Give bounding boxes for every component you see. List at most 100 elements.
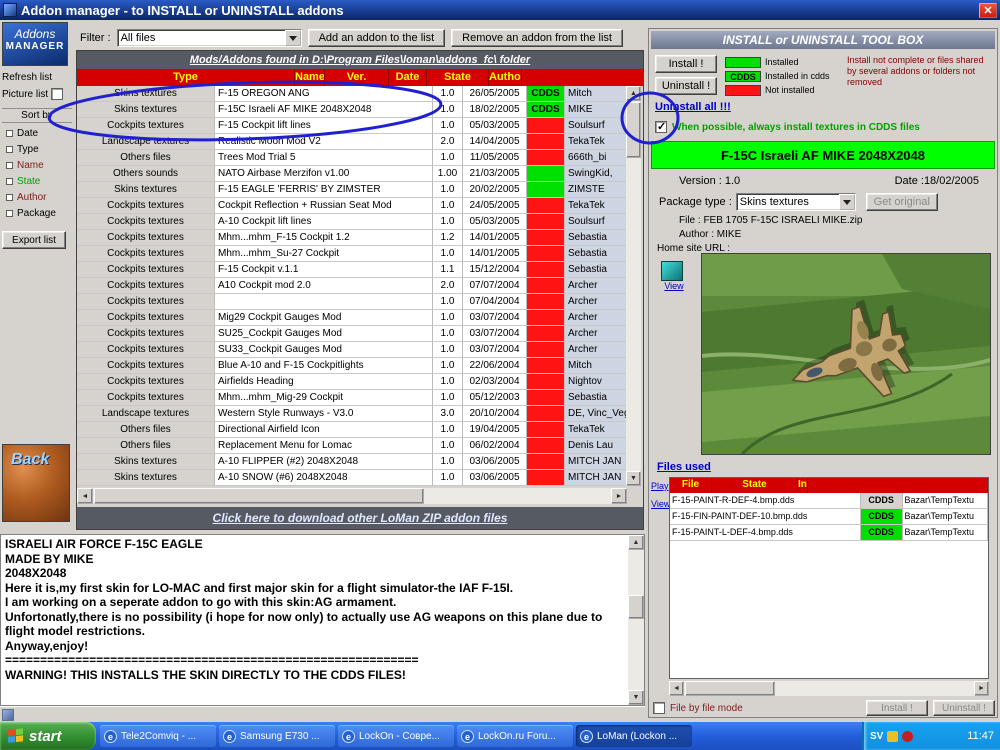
clock[interactable]: 11:47 xyxy=(967,730,994,742)
image-icon[interactable] xyxy=(661,261,683,281)
cdds-checkbox[interactable] xyxy=(655,120,667,133)
sort-option[interactable]: Date xyxy=(2,128,72,139)
table-row[interactable]: Skins textures F-15 OREGON ANG 1.0 26/05… xyxy=(77,86,627,102)
sort-option[interactable]: Author xyxy=(2,192,72,203)
table-row[interactable]: Cockpits textures Mhm...mhm_Su-27 Cockpi… xyxy=(77,246,627,262)
table-row[interactable]: Cockpits textures F-15 Cockpit lift line… xyxy=(77,118,627,134)
back-image[interactable]: Back xyxy=(2,444,70,522)
files-horizontal-scrollbar[interactable]: ◄ ► xyxy=(669,681,989,696)
sort-option[interactable]: Name xyxy=(2,160,72,171)
table-row[interactable]: Cockpits textures A10 Cockpit mod 2.0 2.… xyxy=(77,278,627,294)
table-row[interactable]: Cockpits textures SU25_Cockpit Gauges Mo… xyxy=(77,326,627,342)
files-column-header[interactable]: File xyxy=(670,478,712,493)
table-row[interactable]: Others files Trees Mod Trial 5 1.0 11/05… xyxy=(77,150,627,166)
table-row[interactable]: Skins textures A-10 FLIPPER (#2) 2048X20… xyxy=(77,454,627,470)
table-horizontal-scrollbar[interactable]: ◄ ► xyxy=(77,488,627,504)
sort-option[interactable]: Package xyxy=(2,208,72,219)
scroll-down-icon[interactable]: ▼ xyxy=(628,690,644,705)
cell-author: MITCH JAN xyxy=(565,470,627,486)
install-file-button[interactable]: Install ! xyxy=(866,700,928,716)
description-line: Here it is,my first skin for LO-MAC and … xyxy=(5,580,514,595)
sort-option[interactable]: State xyxy=(2,176,72,187)
table-row[interactable]: Cockpits textures F-15 Cockpit v.1.1 1.1… xyxy=(77,262,627,278)
scroll-down-icon[interactable]: ▼ xyxy=(626,471,641,486)
file-row[interactable]: F-15-FIN-PAINT-DEF-10.bmp.dds CDDS Bazar… xyxy=(670,509,988,525)
scroll-thumb[interactable] xyxy=(626,102,641,158)
remove-addon-button[interactable]: Remove an addon from the list xyxy=(451,29,623,47)
scroll-up-icon[interactable]: ▲ xyxy=(628,535,644,550)
table-row[interactable]: Others sounds NATO Airbase Merzifon v1.0… xyxy=(77,166,627,182)
files-column-header[interactable]: In xyxy=(798,478,808,493)
install-button[interactable]: Install ! xyxy=(655,55,717,73)
column-header[interactable]: Name xyxy=(295,69,325,86)
file-row[interactable]: F-15-PAINT-R-DEF-4.bmp.dds CDDS Bazar\Te… xyxy=(670,493,988,509)
scroll-thumb[interactable] xyxy=(94,488,424,504)
uninstall-button[interactable]: Uninstall ! xyxy=(655,77,717,95)
table-row[interactable]: Others files Directional Airfield Icon 1… xyxy=(77,422,627,438)
table-vertical-scrollbar[interactable]: ▲ ▼ xyxy=(626,86,641,486)
file-by-file-checkbox[interactable] xyxy=(653,702,665,714)
start-button[interactable]: start xyxy=(0,722,96,750)
table-row[interactable]: Cockpits textures Mhm...mhm_Mig-29 Cockp… xyxy=(77,390,627,406)
table-row[interactable]: Cockpits textures Mhm...mhm_F-15 Cockpit… xyxy=(77,230,627,246)
export-list-button[interactable]: Export list xyxy=(2,231,66,249)
table-row[interactable]: Skins textures F-15C Israeli AF MIKE 204… xyxy=(77,102,627,118)
table-row[interactable]: Cockpits textures Airfields Heading 1.0 … xyxy=(77,374,627,390)
refresh-list-link[interactable]: Refresh list xyxy=(2,72,72,83)
table-row[interactable]: Landscape textures Western Style Runways… xyxy=(77,406,627,422)
filter-dropdown-arrow[interactable] xyxy=(284,30,301,46)
view-link[interactable]: View xyxy=(661,281,687,291)
package-type-dropdown[interactable]: Skins textures xyxy=(735,193,856,211)
column-header[interactable]: Ver. xyxy=(325,69,389,86)
filter-dropdown[interactable]: All files xyxy=(116,29,302,47)
files-used-link[interactable]: Files used xyxy=(657,461,711,473)
taskbar-button[interactable]: e Samsung E730 ... xyxy=(219,725,335,747)
cell-author: ZIMSTE xyxy=(565,182,627,198)
uninstall-all-link[interactable]: Uninstall all !!! xyxy=(655,101,731,113)
scroll-right-icon[interactable]: ► xyxy=(974,681,989,696)
close-button[interactable]: ✕ xyxy=(979,2,997,18)
app-icon xyxy=(3,3,17,17)
table-row[interactable]: Cockpits textures Blue A-10 and F-15 Coc… xyxy=(77,358,627,374)
get-original-button[interactable]: Get original xyxy=(865,193,938,211)
files-column-header[interactable]: State xyxy=(712,478,798,493)
cell-state xyxy=(527,374,565,390)
taskbar-button[interactable]: e Tele2Comviq - ... xyxy=(100,725,216,747)
table-row[interactable]: Others files Replacement Menu for Lomac … xyxy=(77,438,627,454)
scroll-thumb[interactable] xyxy=(685,681,775,696)
table-row[interactable]: Skins textures F-15 EAGLE 'FERRIS' BY ZI… xyxy=(77,182,627,198)
table-row[interactable]: Cockpits textures Cockpit Reflection + R… xyxy=(77,198,627,214)
table-row[interactable]: Cockpits textures SU33_Cockpit Gauges Mo… xyxy=(77,342,627,358)
cell-date: 19/04/2005 xyxy=(463,422,527,438)
scroll-up-icon[interactable]: ▲ xyxy=(626,86,641,101)
table-row[interactable]: Cockpits textures A-10 Cockpit lift line… xyxy=(77,214,627,230)
package-type-dropdown-arrow[interactable] xyxy=(838,194,855,210)
tray-icon[interactable] xyxy=(887,730,899,742)
file-row[interactable]: F-15-PAINT-L-DEF-4.bmp.dds CDDS Bazar\Te… xyxy=(670,525,988,541)
add-addon-button[interactable]: Add an addon to the list xyxy=(307,29,446,47)
sort-option[interactable]: Type xyxy=(2,144,72,155)
download-link[interactable]: Click here to download other LoMan ZIP a… xyxy=(213,511,508,525)
tray-icon[interactable] xyxy=(902,730,914,742)
table-row[interactable]: Cockpits textures Mig29 Cockpit Gauges M… xyxy=(77,310,627,326)
view-files-link[interactable]: View xyxy=(651,499,670,509)
play-link[interactable]: Play xyxy=(651,481,669,491)
column-header[interactable]: Type xyxy=(77,69,295,86)
picture-list-checkbox[interactable] xyxy=(51,88,64,100)
description-scrollbar[interactable]: ▲ ▼ xyxy=(628,535,644,705)
scroll-thumb[interactable] xyxy=(628,595,644,619)
column-header[interactable]: Autho xyxy=(489,69,522,86)
scroll-left-icon[interactable]: ◄ xyxy=(669,681,684,696)
column-header[interactable]: State xyxy=(427,69,489,86)
uninstall-file-button[interactable]: Uninstall ! xyxy=(933,700,995,716)
taskbar-button[interactable]: e LockOn - Совре... xyxy=(338,725,454,747)
column-header[interactable]: Date xyxy=(389,69,427,86)
scroll-left-icon[interactable]: ◄ xyxy=(77,488,93,504)
table-row[interactable]: Landscape textures Realistic Moon Mod V2… xyxy=(77,134,627,150)
table-row[interactable]: Cockpits textures 1.0 07/04/2004 Archer xyxy=(77,294,627,310)
language-indicator[interactable]: SV xyxy=(870,731,883,742)
taskbar-button[interactable]: e LoMan (Lockon ... xyxy=(576,725,692,747)
table-row[interactable]: Skins textures A-10 SNOW (#6) 2048X2048 … xyxy=(77,470,627,486)
taskbar-button[interactable]: e LockOn.ru Foru... xyxy=(457,725,573,747)
scroll-right-icon[interactable]: ► xyxy=(611,488,627,504)
